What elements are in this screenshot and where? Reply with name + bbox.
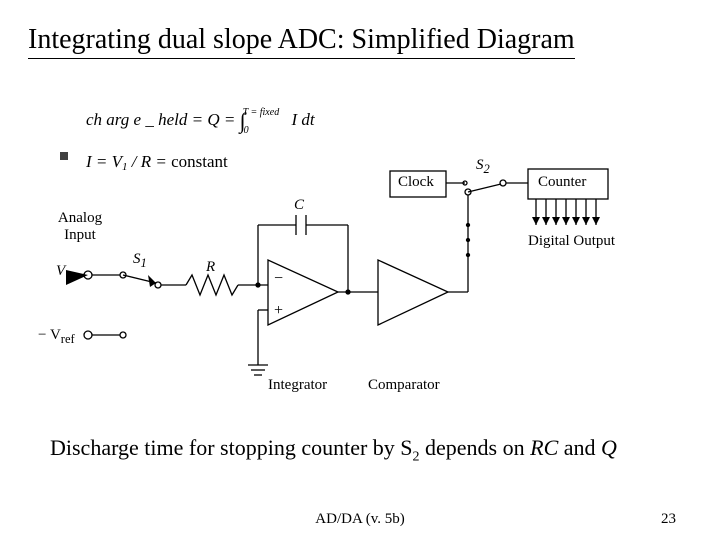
label-counter: Counter (538, 174, 586, 191)
footer-page-number: 23 (661, 511, 676, 528)
circuit-diagram: − + (58, 165, 658, 405)
label-comparator: Comparator (368, 377, 440, 394)
label-integrator: Integrator (268, 377, 327, 394)
label-v1: V₁ (56, 263, 70, 280)
bullet-icon (60, 152, 68, 160)
label-analog-input: AnalogInput (50, 210, 110, 244)
label-r: R (206, 259, 215, 276)
slide-title: Integrating dual slope ADC: Simplified D… (28, 24, 575, 59)
svg-text:−: − (274, 270, 283, 287)
label-vref: − Vref (38, 327, 75, 347)
label-s2: S2 (476, 157, 490, 177)
label-s1: S1 (133, 251, 147, 271)
svg-text:+: + (274, 302, 283, 319)
caption-line: Discharge time for stopping counter by S… (50, 435, 617, 465)
label-clock: Clock (398, 174, 434, 191)
label-c: C (294, 197, 304, 214)
footer-center: AD/DA (v. 5b) (315, 511, 404, 528)
equation-charge: ch arg e _ held = Q = ∫0T = fixed I dt (86, 105, 315, 131)
label-digital-output: Digital Output (528, 233, 615, 250)
